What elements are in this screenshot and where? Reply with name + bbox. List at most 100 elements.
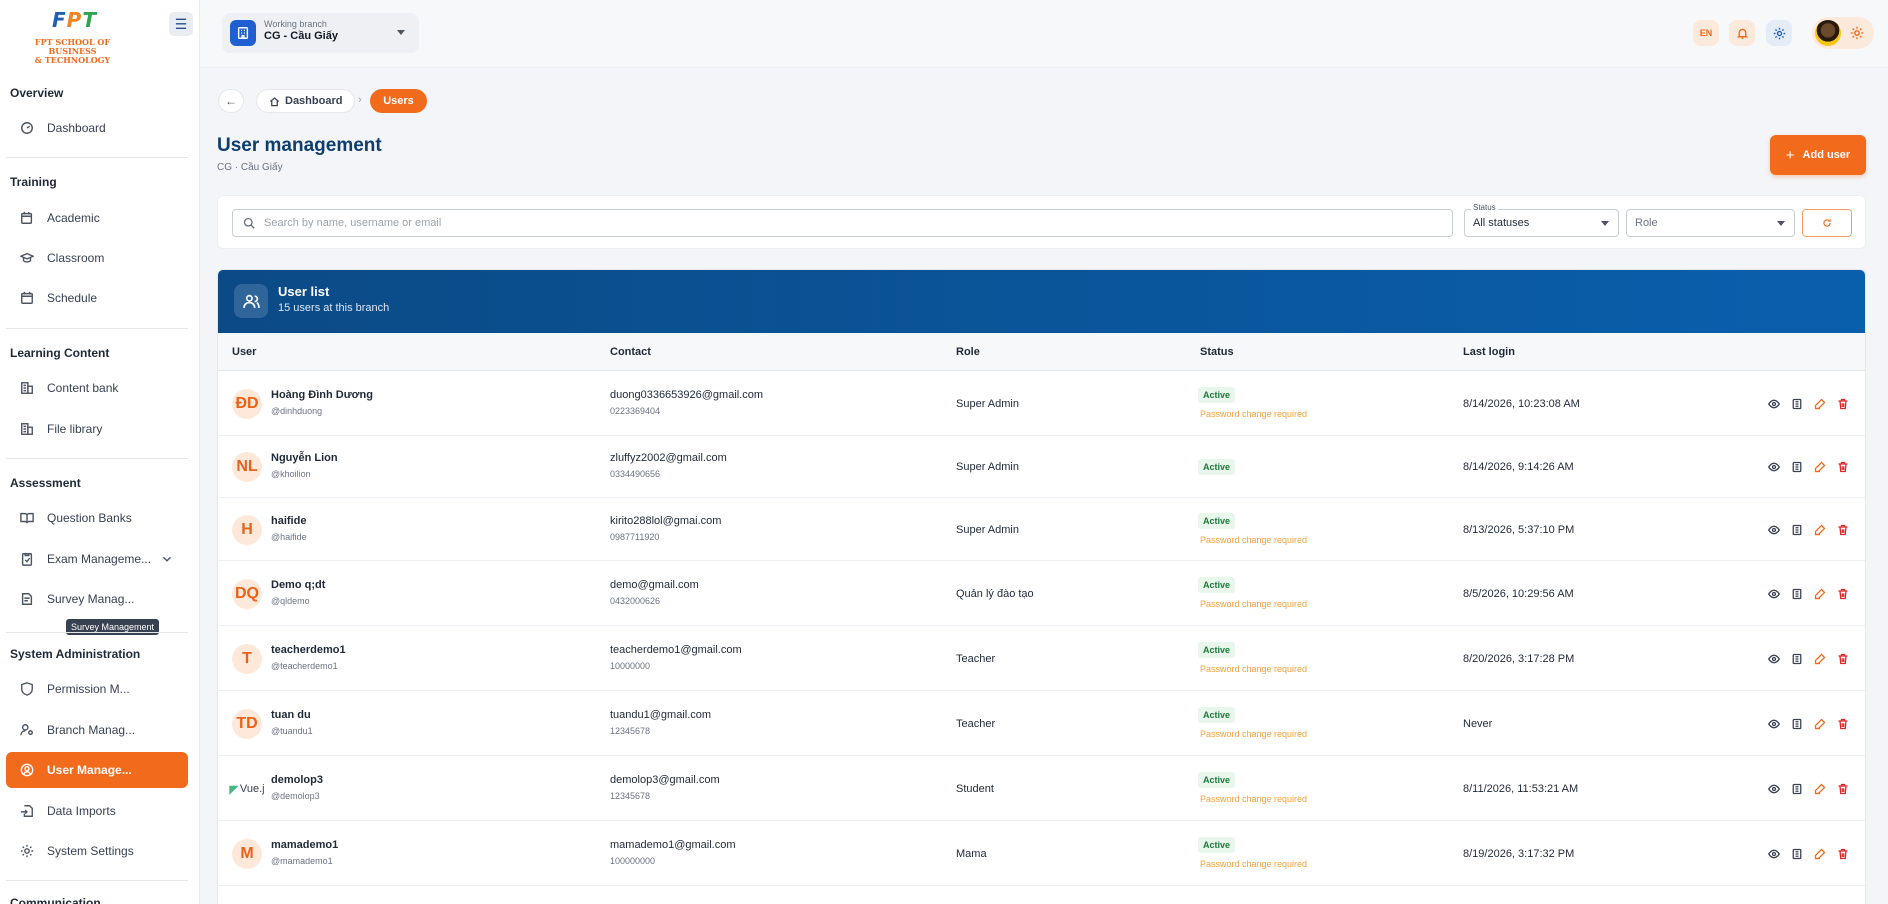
breadcrumb-dashboard[interactable]: Dashboard (256, 89, 356, 113)
row-actions (1767, 460, 1859, 474)
sidebar-item-branch-management[interactable]: Branch Manag... (6, 712, 188, 748)
sidebar-item-content-bank[interactable]: Content bank (6, 370, 188, 406)
trash-icon (1838, 848, 1848, 860)
view-button[interactable] (1767, 397, 1781, 411)
table-row[interactable]: DQ Demo q;dt @qldemo demo@gmail.com 04320006… (218, 561, 1865, 626)
table-row[interactable]: Mmamademo1 @mamademo1 mamademo1@gmail.com 1… (218, 821, 1865, 886)
refresh-button[interactable] (1802, 209, 1852, 237)
logo-brand: FPT (52, 8, 97, 32)
edit-button[interactable] (1813, 847, 1827, 861)
user-name: Nguyễn Lion (271, 452, 338, 464)
sidebar-item-exam-management[interactable]: Exam Manageme... (6, 541, 188, 577)
edit-button[interactable] (1813, 397, 1827, 411)
details-button[interactable] (1790, 523, 1804, 537)
users-icon (234, 284, 268, 318)
table-row[interactable]: ĐD Hoàng Đình Dương @dinhduong duong0336653… (218, 372, 1865, 436)
edit-button[interactable] (1813, 523, 1827, 537)
page-subtitle: CG · Cầu Giấy (217, 162, 283, 173)
password-change-note: Password change required (1200, 859, 1308, 869)
delete-button[interactable] (1836, 782, 1850, 796)
delete-button[interactable] (1836, 397, 1850, 411)
last-login: Never (1463, 718, 1493, 730)
view-button[interactable] (1767, 587, 1781, 601)
section-communication: Communication (10, 896, 101, 904)
edit-button[interactable] (1813, 782, 1827, 796)
language-button[interactable]: EN (1693, 20, 1719, 46)
sidebar-item-schedule[interactable]: Schedule (6, 280, 188, 316)
trash-icon (1838, 588, 1848, 600)
password-change-note: Password change required (1200, 664, 1308, 674)
status-badge: Active (1198, 387, 1236, 403)
table-row[interactable]: Hhaifide @haifide kirito288lol@gmai.com 098… (218, 498, 1865, 561)
table-row[interactable]: NL Nguyễn Lion @khoilion zluffyz2002@gmail.… (218, 436, 1865, 498)
sidebar-item-user-management[interactable]: User Manage... (6, 752, 188, 788)
view-button[interactable] (1767, 460, 1781, 474)
sidebar-toggle-button[interactable]: ☰ (169, 12, 193, 36)
back-button[interactable]: ← (218, 89, 244, 113)
avatar: ĐD (232, 389, 262, 419)
delete-button[interactable] (1836, 847, 1850, 861)
view-button[interactable] (1767, 523, 1781, 537)
settings-button[interactable] (1766, 20, 1792, 46)
building-icon (230, 20, 256, 46)
delete-button[interactable] (1836, 652, 1850, 666)
details-button[interactable] (1790, 460, 1804, 474)
last-login: 8/14/2026, 10:23:08 AM (1463, 398, 1580, 410)
eye-icon (1768, 462, 1780, 472)
delete-button[interactable] (1836, 587, 1850, 601)
user-menu[interactable] (1812, 17, 1874, 49)
sidebar-item-question-banks[interactable]: Question Banks (6, 500, 188, 536)
edit-button[interactable] (1813, 587, 1827, 601)
view-button[interactable] (1767, 782, 1781, 796)
table-row[interactable]: ◤ Vue.j demolop3 @demolop3 demolop3@gmail.co… (218, 756, 1865, 821)
sidebar-item-dashboard[interactable]: Dashboard (6, 110, 188, 146)
sidebar-item-classroom[interactable]: Classroom (6, 240, 188, 276)
details-button[interactable] (1790, 782, 1804, 796)
page-title: User management (217, 135, 382, 156)
delete-button[interactable] (1836, 460, 1850, 474)
delete-button[interactable] (1836, 523, 1850, 537)
gear-icon (20, 844, 34, 858)
branch-selector[interactable]: Working branch CG - Cầu Giấy (222, 13, 419, 53)
status-select[interactable]: Status All statuses (1464, 203, 1619, 237)
sidebar-item-academic[interactable]: Academic (6, 200, 188, 236)
sidebar-item-file-library[interactable]: File library (6, 411, 188, 447)
notifications-button[interactable] (1729, 20, 1755, 46)
details-button[interactable] (1790, 587, 1804, 601)
sidebar-item-data-imports[interactable]: Data Imports (6, 793, 188, 829)
details-button[interactable] (1790, 717, 1804, 731)
edit-button[interactable] (1813, 652, 1827, 666)
branch-value: CG - Cầu Giấy (264, 30, 338, 42)
bell-icon (1736, 28, 1748, 39)
sidebar-item-permission-management[interactable]: Permission M... (6, 671, 188, 707)
table-row[interactable]: Tteacherdemo1 @teacherdemo1 teacherdemo1@g… (218, 626, 1865, 691)
edit-button[interactable] (1813, 717, 1827, 731)
avatar: DQ (232, 579, 262, 609)
search-input[interactable] (264, 217, 1414, 229)
view-button[interactable] (1767, 717, 1781, 731)
dashboard-icon (20, 121, 34, 135)
details-button[interactable] (1790, 847, 1804, 861)
details-button[interactable] (1790, 397, 1804, 411)
table-row[interactable]: TD tuan du @tuandu1 tuandu1@gmail.com 123456… (218, 691, 1865, 756)
user-phone: 0987711920 (610, 532, 660, 542)
fpt-logo[interactable]: FPT FPT SCHOOL OF BUSINESS & TECHNOLOGY (10, 8, 135, 65)
details-button[interactable] (1790, 652, 1804, 666)
sidebar-item-label: Permission M... (47, 682, 130, 696)
user-phone: 0223369404 (610, 406, 661, 416)
sidebar-item-system-settings[interactable]: System Settings (6, 833, 188, 869)
delete-button[interactable] (1836, 717, 1850, 731)
sidebar-item-survey-management[interactable]: Survey Manag... (6, 581, 188, 617)
breadcrumb-current: Users (370, 89, 427, 113)
edit-button[interactable] (1813, 460, 1827, 474)
sidebar-item-label: Dashboard (47, 121, 106, 135)
search-field[interactable] (232, 209, 1453, 237)
add-user-button[interactable]: + Add user (1770, 135, 1866, 175)
section-system-administration: System Administration (10, 647, 141, 661)
role-select[interactable]: Role (1626, 209, 1795, 237)
view-button[interactable] (1767, 652, 1781, 666)
sidebar-item-label: Branch Manag... (47, 723, 136, 737)
view-button[interactable] (1767, 847, 1781, 861)
shield-icon (20, 682, 34, 696)
table-subtitle: 15 users at this branch (278, 302, 390, 314)
